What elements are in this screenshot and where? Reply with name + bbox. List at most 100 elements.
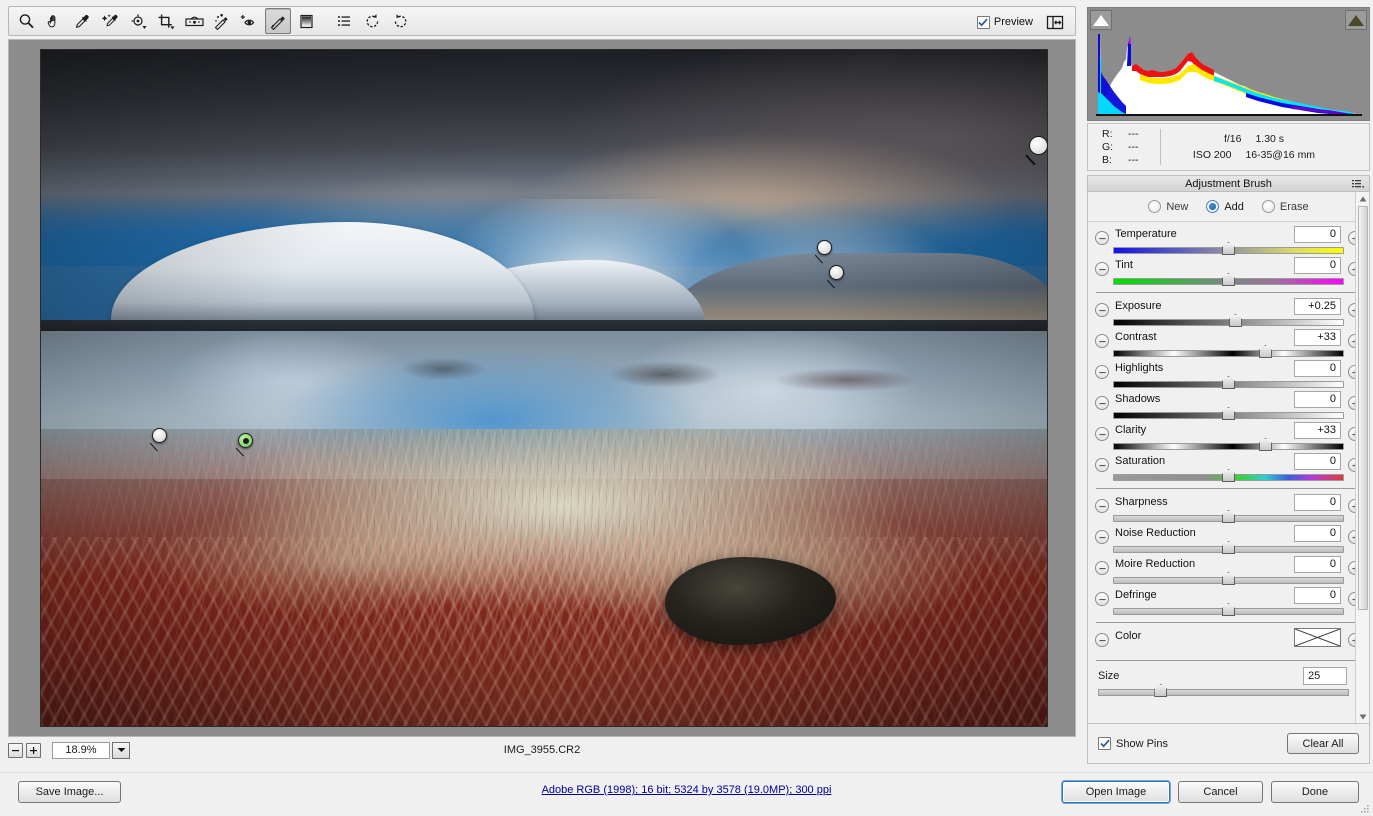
image-canvas[interactable] [8, 39, 1076, 737]
graduated-filter-icon[interactable] [293, 8, 319, 34]
slider-decrement-icon[interactable] [1095, 427, 1109, 441]
slider-contrast[interactable]: Contrast +33 [1088, 329, 1369, 360]
slider-clarity[interactable]: Clarity +33 [1088, 422, 1369, 453]
zoom-level-value[interactable]: 18.9% [52, 741, 110, 759]
slider-value[interactable]: 0 [1294, 453, 1341, 470]
radio-add-icon[interactable] [1206, 200, 1220, 213]
slider-saturation[interactable]: Saturation 0 [1088, 453, 1369, 484]
slider-handle[interactable] [1222, 407, 1235, 420]
slider-handle[interactable] [1222, 572, 1235, 585]
slider-decrement-icon[interactable] [1095, 396, 1109, 410]
preview-checkbox[interactable] [976, 15, 990, 29]
rotate-counterclockwise-icon[interactable] [359, 8, 385, 34]
slider-exposure[interactable]: Exposure +0.25 [1088, 298, 1369, 329]
slider-noise-reduction[interactable]: Noise Reduction 0 [1088, 525, 1369, 556]
rotate-clockwise-icon[interactable] [387, 8, 413, 34]
zoom-in-button[interactable] [26, 742, 41, 758]
slider-sharpness[interactable]: Sharpness 0 [1088, 494, 1369, 525]
scroll-up-arrow-icon[interactable] [1356, 192, 1369, 205]
slider-handle[interactable] [1222, 376, 1235, 389]
slider-value[interactable]: 0 [1294, 556, 1341, 573]
histogram[interactable] [1087, 7, 1370, 121]
slider-decrement-icon[interactable] [1095, 592, 1109, 606]
slider-value[interactable]: 0 [1294, 391, 1341, 408]
slider-decrement-icon[interactable] [1095, 499, 1109, 513]
slider-shadows[interactable]: Shadows 0 [1088, 391, 1369, 422]
slider-decrement-icon[interactable] [1095, 303, 1109, 317]
adjustment-pin-4-selected[interactable] [235, 433, 254, 457]
hand-tool-icon[interactable] [41, 8, 67, 34]
targeted-adjustment-icon[interactable] [125, 8, 151, 34]
size-value[interactable]: 25 [1303, 667, 1347, 685]
color-decrement-icon[interactable] [1095, 633, 1109, 647]
toggle-fullscreen-icon[interactable] [1042, 12, 1068, 32]
color-sampler-icon[interactable] [97, 8, 123, 34]
slider-track[interactable] [1113, 443, 1344, 450]
slider-handle[interactable] [1222, 510, 1235, 523]
show-pins-checkbox[interactable] [1098, 737, 1111, 750]
adjustment-pin-1[interactable] [814, 240, 833, 264]
radio-new-icon[interactable] [1148, 200, 1162, 213]
adjustment-pin-2[interactable] [826, 265, 845, 289]
adjustment-pin-3[interactable] [149, 428, 168, 452]
zoom-dropdown-button[interactable] [112, 741, 130, 759]
slider-defringe[interactable]: Defringe 0 [1088, 587, 1369, 618]
slider-value[interactable]: +0.25 [1294, 298, 1341, 315]
slider-handle[interactable] [1222, 469, 1235, 482]
slider-decrement-icon[interactable] [1095, 365, 1109, 379]
crop-tool-icon[interactable] [153, 8, 179, 34]
slider-value[interactable]: 0 [1294, 226, 1341, 243]
slider-decrement-icon[interactable] [1095, 262, 1109, 276]
clear-all-button[interactable]: Clear All [1287, 733, 1359, 754]
scroll-down-arrow-icon[interactable] [1356, 710, 1369, 723]
slider-temperature[interactable]: Temperature 0 [1088, 226, 1369, 257]
radio-erase-icon[interactable] [1261, 200, 1275, 213]
slider-size[interactable]: Size 25 [1088, 666, 1369, 700]
slider-track[interactable] [1113, 319, 1344, 326]
slider-handle[interactable] [1222, 273, 1235, 286]
slider-decrement-icon[interactable] [1095, 458, 1109, 472]
slider-value[interactable]: 0 [1294, 494, 1341, 511]
color-swatch[interactable] [1294, 628, 1341, 647]
slider-handle[interactable] [1258, 438, 1272, 451]
slider-handle[interactable] [1222, 541, 1235, 554]
slider-value[interactable]: 0 [1294, 587, 1341, 604]
open-image-button[interactable]: Open Image [1062, 781, 1170, 803]
done-button[interactable]: Done [1271, 781, 1359, 803]
slider-track[interactable] [1113, 350, 1344, 357]
slider-moire-reduction[interactable]: Moire Reduction 0 [1088, 556, 1369, 587]
white-balance-eyedropper-icon[interactable] [69, 8, 95, 34]
slider-value[interactable]: 0 [1294, 525, 1341, 542]
show-pins-toggle[interactable]: Show Pins [1098, 737, 1168, 750]
brush-mode-erase[interactable]: Erase [1261, 200, 1309, 213]
slider-decrement-icon[interactable] [1095, 530, 1109, 544]
slider-highlights[interactable]: Highlights 0 [1088, 360, 1369, 391]
cancel-button[interactable]: Cancel [1178, 781, 1263, 803]
adjustment-brush-icon[interactable] [265, 8, 291, 34]
photo-preview[interactable] [41, 50, 1047, 726]
slider-handle[interactable] [1222, 242, 1235, 255]
straighten-tool-icon[interactable] [181, 8, 207, 34]
brush-mode-add[interactable]: Add [1206, 200, 1244, 213]
preview-toggle[interactable]: Preview [976, 7, 1033, 37]
slider-decrement-icon[interactable] [1095, 334, 1109, 348]
scrollbar-thumb[interactable] [1358, 206, 1368, 610]
slider-tint[interactable]: Tint 0 [1088, 257, 1369, 288]
slider-decrement-icon[interactable] [1095, 561, 1109, 575]
resize-grip-icon[interactable] [1358, 802, 1370, 814]
zoom-out-button[interactable] [8, 742, 23, 758]
zoom-tool-icon[interactable] [13, 8, 39, 34]
slider-handle[interactable] [1228, 314, 1242, 327]
spot-removal-icon[interactable] [209, 8, 235, 34]
slider-value[interactable]: +33 [1294, 329, 1341, 346]
slider-decrement-icon[interactable] [1095, 231, 1109, 245]
panel-menu-icon[interactable] [1352, 179, 1365, 192]
slider-value[interactable]: 0 [1294, 360, 1341, 377]
red-eye-removal-icon[interactable] [237, 8, 263, 34]
panel-scrollbar[interactable] [1355, 192, 1369, 723]
brush-mode-new[interactable]: New [1148, 200, 1188, 213]
slider-value[interactable]: 0 [1294, 257, 1341, 274]
slider-value[interactable]: +33 [1294, 422, 1341, 439]
open-preferences-icon[interactable] [331, 8, 357, 34]
slider-handle[interactable] [1258, 345, 1272, 358]
